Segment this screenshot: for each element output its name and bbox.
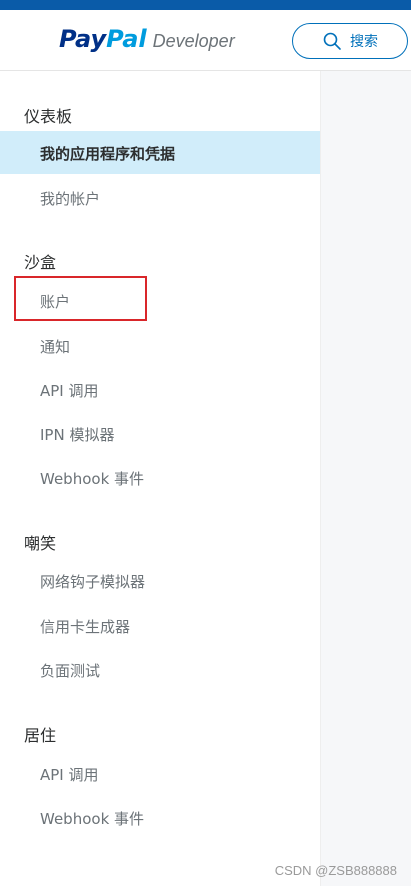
top-brand-bar xyxy=(0,0,411,10)
sidebar-item-webhook-events[interactable]: Webhook 事件 xyxy=(40,468,144,489)
sidebar-item-notifications[interactable]: 通知 xyxy=(40,336,70,357)
section-live: 居住 xyxy=(24,726,57,745)
search-button[interactable]: 搜索 xyxy=(292,23,408,59)
main-content-area xyxy=(320,71,411,886)
page: Pay Pal Developer 搜索 仪表板 我的应用程序和凭据 我的帐户 沙盒… xyxy=(0,0,411,886)
sidebar-item-live-webhook-events[interactable]: Webhook 事件 xyxy=(40,808,144,829)
sidebar: 仪表板 我的应用程序和凭据 我的帐户 沙盒 账户 通知 API 调用 IPN 模… xyxy=(0,71,320,886)
sidebar-item-negative-testing[interactable]: 负面测试 xyxy=(40,660,100,681)
section-sandbox: 沙盒 xyxy=(24,253,57,272)
logo-pay: Pay xyxy=(59,25,107,53)
header: Pay Pal Developer 搜索 xyxy=(0,10,411,71)
sidebar-item-ipn-simulator[interactable]: IPN 模拟器 xyxy=(40,424,114,445)
paypal-developer-logo[interactable]: Pay Pal Developer xyxy=(59,25,235,57)
sidebar-item-my-apps[interactable]: 我的应用程序和凭据 xyxy=(0,131,320,174)
search-icon xyxy=(323,32,341,50)
search-label: 搜索 xyxy=(350,34,378,50)
sidebar-item-my-account[interactable]: 我的帐户 xyxy=(40,188,100,209)
sidebar-item-label: 我的应用程序和凭据 xyxy=(40,145,176,163)
sidebar-item-api-calls[interactable]: API 调用 xyxy=(40,380,99,401)
watermark: CSDN @ZSB888888 xyxy=(274,863,397,878)
logo-developer: Developer xyxy=(152,31,235,51)
sidebar-item-webhook-simulator[interactable]: 网络钩子模拟器 xyxy=(40,571,145,592)
sidebar-item-live-api-calls[interactable]: API 调用 xyxy=(40,764,99,785)
section-mock: 嘲笑 xyxy=(24,534,57,553)
annotation-highlight-box xyxy=(14,276,147,321)
sidebar-item-card-generator[interactable]: 信用卡生成器 xyxy=(40,616,130,637)
section-dashboard: 仪表板 xyxy=(24,107,73,126)
logo-pal: Pal xyxy=(106,25,147,53)
